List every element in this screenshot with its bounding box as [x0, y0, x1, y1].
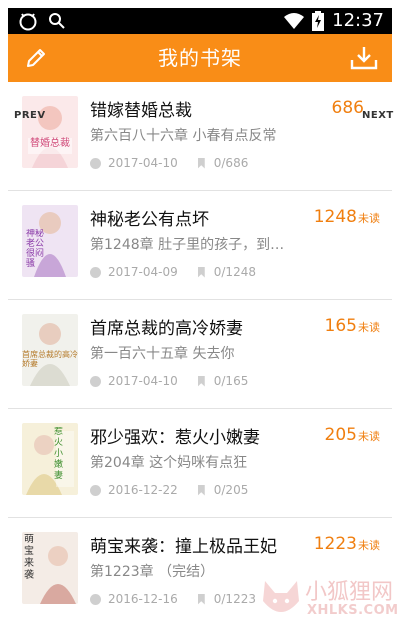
unread-label: 未读 [358, 430, 380, 443]
bookmark-icon [197, 375, 205, 387]
book-read-progress: 0/1223 [213, 592, 256, 606]
book-update-date: 2016-12-16 [108, 592, 178, 606]
book-update-date: 2017-04-10 [108, 156, 178, 170]
book-last-chapter: 第一百六十五章 失去你 [90, 346, 235, 362]
book-meta: 2017-04-10 0/686 [90, 156, 248, 170]
app-bar: 我的书架 [8, 34, 392, 82]
watermark-text: 小狐狸网 [305, 580, 394, 605]
unread-label: 未读 [358, 212, 380, 225]
search-icon [49, 13, 65, 29]
watermark: 小狐狸网 XHLKS.COM [255, 565, 398, 627]
unread-number: 1248 [313, 207, 357, 227]
book-cover-text: 神秘老公很闷骚 [26, 229, 45, 269]
book-last-chapter: 第六百八十六章 小春有点反常 [90, 128, 277, 144]
phone-screen: 12:37 我的书架 替婚总裁 错嫁替婚总裁 第六百八十六章 小春有点反常 20… [0, 0, 400, 627]
book-meta: 2017-04-09 0/1248 [90, 265, 256, 279]
book-read-progress: 0/686 [213, 156, 249, 170]
book-read-progress: 0/1248 [213, 265, 256, 279]
next-button[interactable]: NEXT [362, 110, 394, 121]
prev-button[interactable]: PREV [14, 110, 46, 121]
bookmark-icon [197, 593, 205, 605]
book-update-date: 2017-04-10 [108, 374, 178, 388]
book-last-chapter: 第204章 这个妈咪有点狂 [90, 455, 248, 471]
book-cover [22, 96, 78, 168]
book-last-chapter: 第1248章 肚子里的孩子，到… [90, 237, 285, 253]
book-update-date: 2016-12-22 [108, 483, 178, 497]
book-cover [22, 423, 78, 495]
book-title: 邪少强欢：惹火小嫩妻 [90, 428, 260, 448]
unread-number: 1223 [313, 534, 357, 554]
unread-number: 205 [324, 425, 357, 445]
book-read-progress: 0/165 [213, 374, 249, 388]
book-meta: 2017-04-10 0/165 [90, 374, 248, 388]
book-title: 错嫁替婚总裁 [90, 101, 192, 121]
book-cover-text: 萌宝来袭 [24, 534, 34, 581]
status-bar: 12:37 [8, 8, 392, 34]
bookmark-icon [197, 484, 205, 496]
book-item[interactable]: 首席总裁的高冷娇妻 首席总裁的高冷娇妻 第一百六十五章 失去你 2017-04-… [8, 300, 392, 408]
book-title: 神秘老公有点坏 [90, 210, 209, 230]
clock-icon [90, 375, 101, 387]
unread-count: 165未读 [325, 316, 380, 336]
unread-count: 1248未读 [314, 207, 380, 227]
book-read-progress: 0/205 [213, 483, 249, 497]
bookmark-icon [197, 266, 205, 278]
book-cover-text: 惹火小嫩妻 [54, 427, 64, 481]
watermark-url: XHLKS.COM [307, 603, 399, 618]
book-meta: 2016-12-16 0/1223 [90, 592, 256, 606]
bookshelf-list[interactable]: 替婚总裁 错嫁替婚总裁 第六百八十六章 小春有点反常 2017-04-10 0/… [8, 82, 392, 627]
book-cover-text: 替婚总裁 [30, 138, 70, 149]
book-item[interactable]: 神秘老公很闷骚 神秘老公有点坏 第1248章 肚子里的孩子，到… 2017-04… [8, 191, 392, 299]
book-title: 萌宝来袭：撞上极品王妃 [90, 537, 277, 557]
page-title: 我的书架 [158, 46, 242, 70]
unread-number: 686 [331, 98, 364, 118]
unread-label: 未读 [358, 321, 380, 334]
book-cover-text: 首席总裁的高冷娇妻 [22, 350, 78, 368]
clock-icon [90, 484, 101, 496]
clock-icon [90, 157, 101, 169]
status-time: 12:37 [332, 10, 384, 31]
download-icon [350, 47, 378, 70]
wifi-icon [284, 13, 305, 29]
book-item[interactable]: 惹火小嫩妻 邪少强欢：惹火小嫩妻 第204章 这个妈咪有点狂 2016-12-2… [8, 409, 392, 517]
bookmark-icon [197, 157, 205, 169]
android-head-icon [19, 13, 37, 31]
battery-charging-icon [312, 11, 325, 31]
book-meta: 2016-12-22 0/205 [90, 483, 248, 497]
fox-logo-icon [263, 581, 299, 612]
book-item[interactable]: 替婚总裁 错嫁替婚总裁 第六百八十六章 小春有点反常 2017-04-10 0/… [8, 82, 392, 190]
unread-number: 165 [324, 316, 357, 336]
unread-label: 未读 [358, 539, 380, 552]
unread-count: 1223未读 [314, 534, 380, 554]
clock-icon [90, 593, 101, 605]
download-button[interactable] [348, 42, 380, 74]
clock-icon [90, 266, 101, 278]
unread-count: 205未读 [325, 425, 380, 445]
book-update-date: 2017-04-09 [108, 265, 178, 279]
book-last-chapter: 第1223章 （完结） [90, 564, 215, 580]
unread-count: 686 [332, 98, 364, 118]
book-title: 首席总裁的高冷娇妻 [90, 319, 243, 339]
